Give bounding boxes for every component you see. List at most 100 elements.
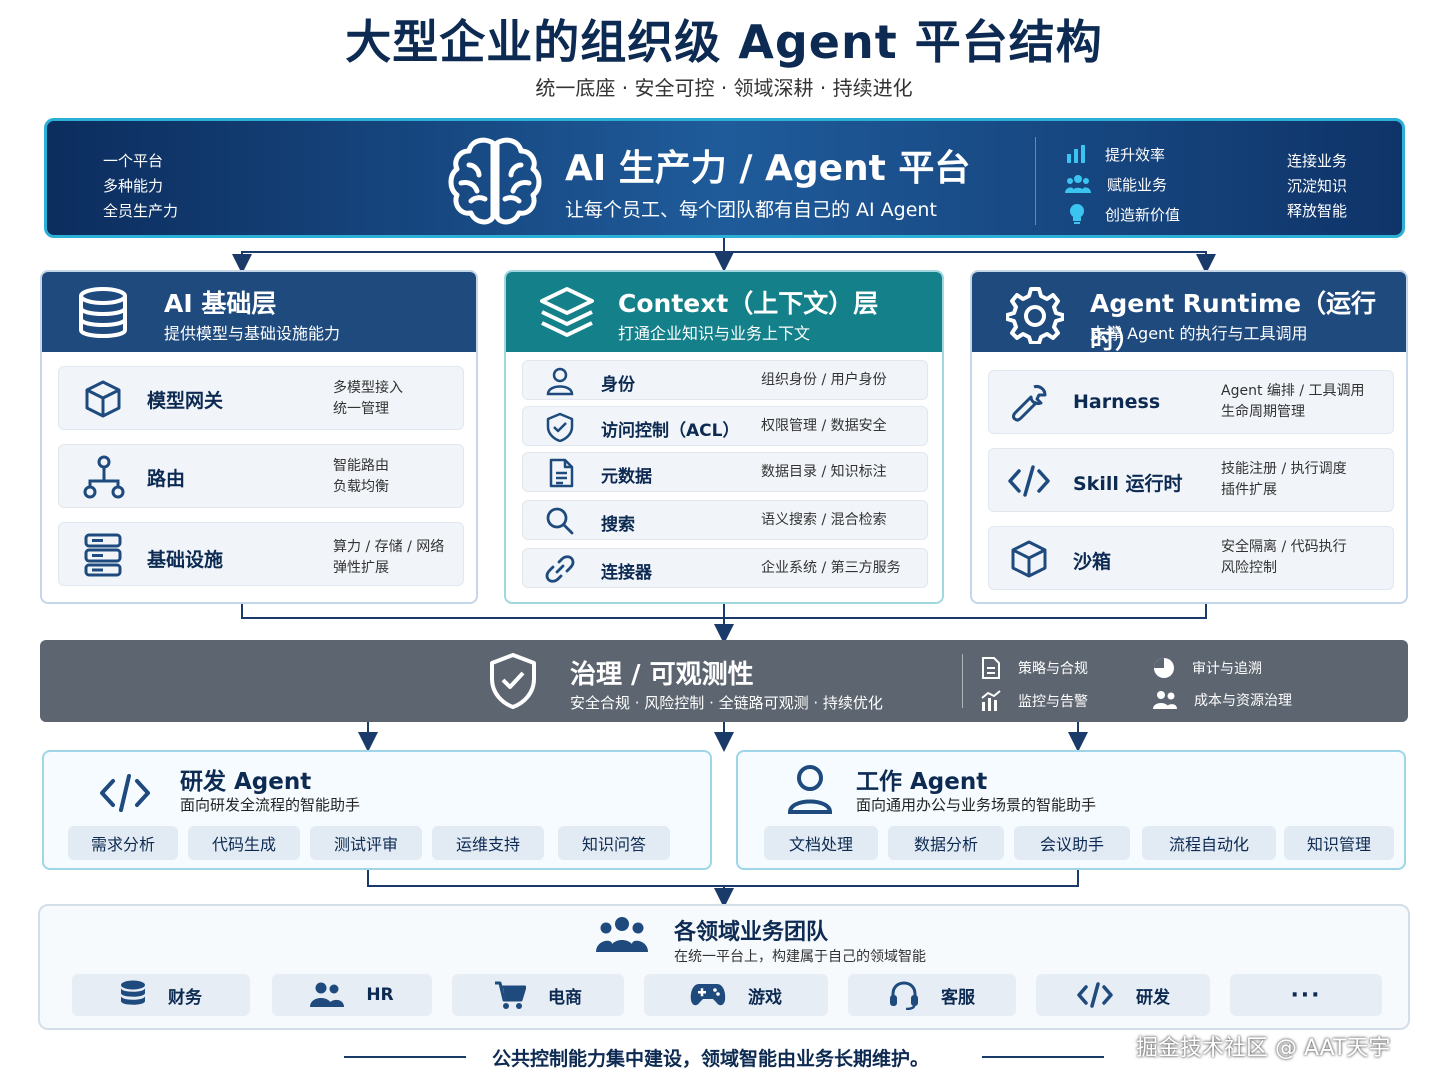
headset-icon: [890, 981, 918, 1010]
gear-icon: [1006, 287, 1064, 344]
team-ecommerce[interactable]: 电商: [452, 974, 624, 1016]
item-desc-line: 智能路由: [333, 458, 389, 474]
search-icon: [546, 507, 574, 535]
item-desc: Agent 编排 / 工具调用 生命周期管理: [1221, 381, 1365, 423]
agent-tag[interactable]: 知识问答: [558, 826, 670, 860]
agent-title: 研发 Agent: [180, 769, 312, 795]
monitor-chart-icon: [981, 690, 1001, 711]
context-layer: Context（上下文）层 打通企业知识与业务上下文 身份 组织身份 / 用户身…: [504, 270, 944, 604]
team-finance[interactable]: 财务: [72, 974, 250, 1016]
item-label: 沙箱: [1073, 551, 1112, 573]
layers-icon: [540, 287, 594, 337]
banner-left-list: 一个平台 多种能力 全员生产力: [103, 149, 178, 224]
agent-tag[interactable]: 代码生成: [188, 826, 300, 860]
governance-item-label: 监控与告警: [1018, 694, 1088, 710]
context-item-connector: 连接器 企业系统 / 第三方服务: [522, 548, 928, 588]
team-label: 游戏: [748, 987, 782, 1008]
layer-subtitle: 提供模型与基础设施能力: [164, 324, 341, 343]
code-icon: [100, 774, 150, 812]
agent-tag[interactable]: 运维支持: [432, 826, 544, 860]
database-icon: [121, 980, 145, 1005]
context-item-identity: 身份 组织身份 / 用户身份: [522, 360, 928, 400]
layer-title: AI 基础层: [164, 289, 277, 318]
document-icon: [549, 458, 574, 488]
agent-subtitle: 面向通用办公与业务场景的智能助手: [856, 796, 1097, 814]
lightbulb-icon: [1070, 204, 1084, 224]
layer-header: Context（上下文）层 打通企业知识与业务上下文: [506, 272, 942, 352]
agent-subtitle: 面向研发全流程的智能助手: [180, 796, 361, 814]
item-desc-line: 生命周期管理: [1221, 404, 1305, 420]
governance-item: 成本与资源治理: [1152, 690, 1292, 710]
banner-right-line: 释放智能: [1287, 202, 1348, 220]
item-desc: 语义搜索 / 混合检索: [761, 512, 887, 528]
item-desc-line: 插件扩展: [1221, 482, 1277, 498]
governance-item-label: 审计与追溯: [1192, 661, 1262, 677]
cube-icon: [85, 380, 121, 418]
agent-tag[interactable]: 测试评审: [310, 826, 422, 860]
item-desc: 智能路由 负载均衡: [333, 456, 389, 498]
team-icon: [596, 917, 648, 952]
team-label: 财务: [168, 987, 202, 1008]
agent-tag[interactable]: 知识管理: [1284, 826, 1394, 860]
banner-subtitle: 让每个员工、每个团队都有自己的 AI Agent: [565, 199, 937, 221]
footer-line-right: [982, 1056, 1104, 1058]
layer-subtitle: 打通企业知识与业务上下文: [618, 324, 811, 343]
team-label: 研发: [1136, 987, 1170, 1008]
users-icon: [1153, 691, 1177, 709]
banner-title: AI 生产力 / Agent 平台: [565, 148, 971, 189]
governance-item-label: 策略与合规: [1018, 661, 1088, 677]
item-desc: 多模型接入 统一管理: [333, 378, 403, 420]
team-rd[interactable]: 研发: [1036, 974, 1210, 1016]
agent-tag[interactable]: 需求分析: [68, 826, 178, 860]
governance-subtitle: 安全合规 · 风险控制 · 全链路可观测 · 持续优化: [570, 694, 883, 712]
benefit-label: 创造新价值: [1105, 205, 1181, 224]
governance-title: 治理 / 可观测性: [570, 660, 754, 690]
team-support[interactable]: 客服: [848, 974, 1016, 1016]
agent-tag[interactable]: 会议助手: [1014, 826, 1130, 860]
team-gaming[interactable]: 游戏: [644, 974, 828, 1016]
code-icon: [1008, 465, 1050, 497]
agent-tag[interactable]: 文档处理: [764, 826, 878, 860]
person-icon: [787, 765, 833, 814]
banner-benefits: 提升效率 赋能业务 创造新价值: [1065, 139, 1180, 229]
brain-icon: [447, 135, 543, 227]
layer-subtitle: 支撑 Agent 的执行与工具调用: [1090, 324, 1308, 343]
item-label: Harness: [1073, 391, 1161, 413]
database-icon: [79, 287, 127, 338]
team-hr[interactable]: HR: [272, 974, 432, 1016]
team-more[interactable]: ···: [1230, 974, 1382, 1016]
item-desc-line: 技能注册 / 执行调度: [1221, 461, 1347, 477]
item-label: 搜索: [601, 515, 635, 535]
agent-tag[interactable]: 流程自动化: [1142, 826, 1276, 860]
item-label: 连接器: [601, 563, 652, 583]
context-item-search: 搜索 语义搜索 / 混合检索: [522, 500, 928, 540]
layer-item-model-gateway: 模型网关 多模型接入 统一管理: [58, 366, 464, 430]
ai-foundation-layer: AI 基础层 提供模型与基础设施能力 模型网关 多模型接入 统一管理 路由 智能路…: [40, 270, 478, 604]
wrench-icon: [1012, 385, 1047, 422]
team-label: 客服: [941, 987, 975, 1008]
agent-tag[interactable]: 数据分析: [888, 826, 1004, 860]
footer-line-left: [344, 1056, 466, 1058]
layer-header: Agent Runtime（运行时） 支撑 Agent 的执行与工具调用: [972, 272, 1406, 354]
benefit-label: 赋能业务: [1107, 175, 1168, 194]
platform-banner: 一个平台 多种能力 全员生产力 AI 生产力 / Agent 平台 让每个员工、…: [44, 118, 1405, 238]
shield-check-icon: [546, 412, 574, 442]
routing-icon: [83, 455, 125, 499]
banner-right-list: 连接业务 沉淀知识 释放智能: [1287, 149, 1347, 224]
banner-left-line: 全员生产力: [103, 202, 179, 220]
item-desc-line: 弹性扩展: [333, 560, 389, 576]
bar-chart-icon: [1067, 145, 1085, 163]
benefit-label: 提升效率: [1105, 145, 1166, 164]
users-icon: [1065, 175, 1091, 193]
item-desc: 组织身份 / 用户身份: [761, 372, 887, 388]
banner-left-line: 一个平台: [103, 152, 164, 170]
banner-divider: [1035, 137, 1036, 225]
pie-chart-icon: [1154, 658, 1174, 678]
page-subtitle: 统一底座 · 安全可控 · 领域深耕 · 持续进化: [535, 76, 913, 100]
item-desc: 权限管理 / 数据安全: [761, 418, 887, 434]
layer-header: AI 基础层 提供模型与基础设施能力: [42, 272, 476, 352]
benefit-item: 创造新价值: [1065, 199, 1180, 229]
watermark: 掘金技术社区 @ AAT天宇: [1136, 1036, 1391, 1061]
people-icon: [310, 982, 345, 1007]
item-desc: 技能注册 / 执行调度 插件扩展: [1221, 459, 1347, 501]
